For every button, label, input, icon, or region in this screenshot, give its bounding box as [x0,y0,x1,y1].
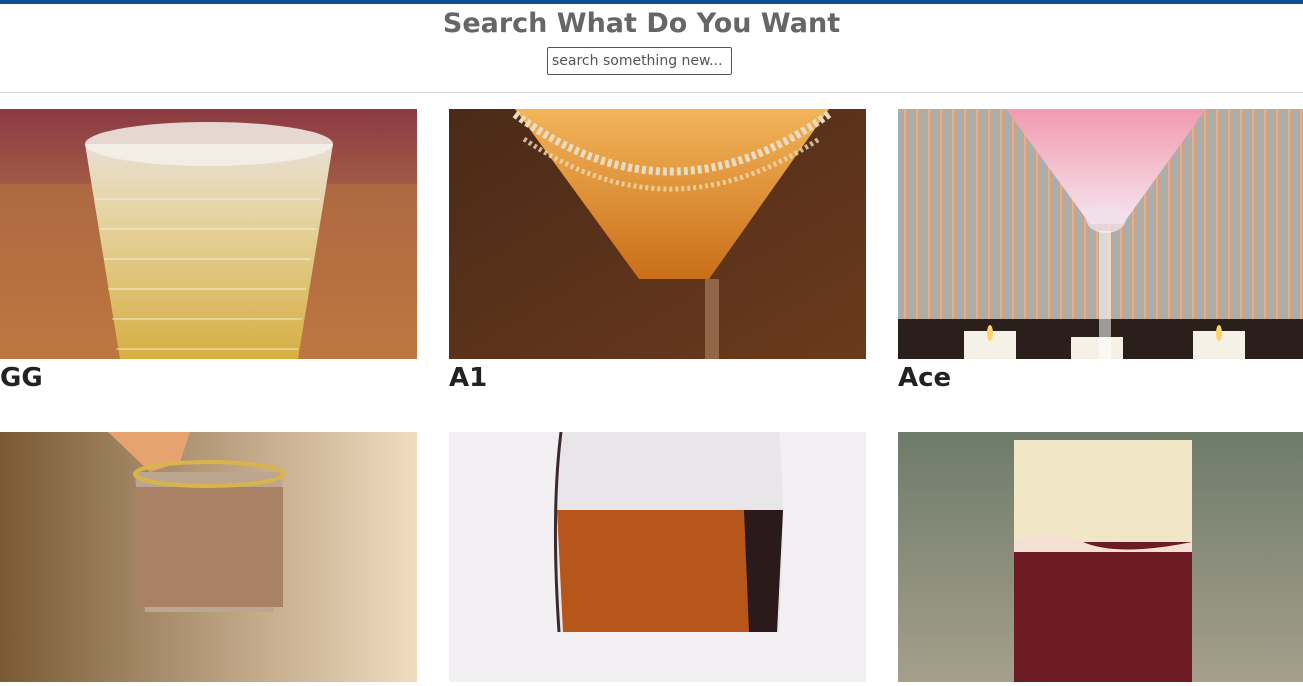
drink-image[interactable] [449,432,866,682]
drink-card[interactable] [898,432,1303,686]
search-header: Search What Do You Want [0,4,1303,93]
drink-card[interactable] [0,432,417,686]
drink-name[interactable] [898,682,1303,686]
drink-card[interactable] [449,432,866,686]
drink-image[interactable] [0,109,417,359]
drink-card[interactable]: Ace [898,109,1303,393]
search-input[interactable] [547,47,732,75]
drink-name[interactable] [449,682,866,686]
drink-image[interactable] [0,432,417,682]
drink-name[interactable]: Ace [898,359,1303,393]
drink-image[interactable] [898,109,1303,359]
page-title: Search What Do You Want [442,8,841,39]
drink-name[interactable]: A1 [449,359,866,393]
drink-name[interactable] [0,682,417,686]
drink-image[interactable] [898,432,1303,682]
drink-card[interactable]: GG [0,109,417,393]
drink-image[interactable] [449,109,866,359]
drink-name[interactable]: GG [0,359,417,393]
drink-card[interactable]: A1 [449,109,866,393]
